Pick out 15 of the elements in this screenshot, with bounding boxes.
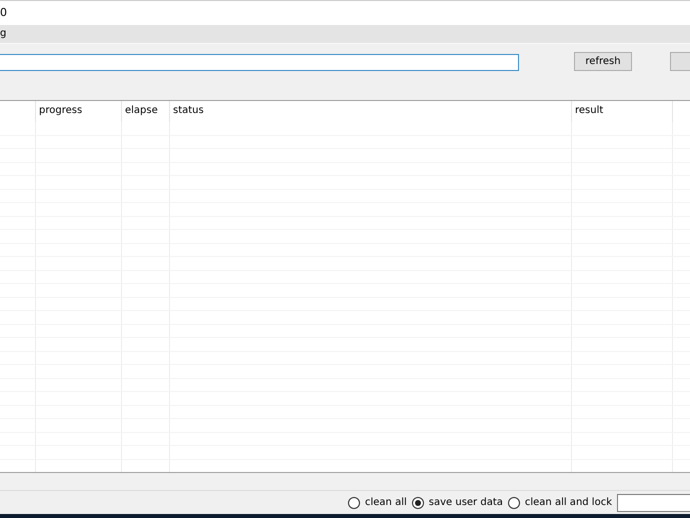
text-field[interactable] (617, 494, 690, 512)
column-header[interactable]: result (575, 105, 604, 116)
radio-button[interactable] (348, 496, 360, 509)
menu-item[interactable]: g (0, 28, 6, 40)
option-label[interactable]: save user data (428, 497, 503, 508)
refresh-button[interactable]: refresh (574, 52, 632, 71)
radio-button[interactable] (508, 496, 520, 509)
window-title: 0 (0, 6, 7, 20)
option-label[interactable]: clean all (365, 497, 407, 508)
option-label[interactable]: clean all and lock (524, 497, 612, 508)
radio-button[interactable] (412, 496, 424, 509)
column-header[interactable]: elapse (125, 105, 158, 116)
column-header[interactable]: progress (39, 105, 82, 116)
column-header[interactable]: status (173, 105, 204, 116)
path-field[interactable] (0, 54, 519, 71)
